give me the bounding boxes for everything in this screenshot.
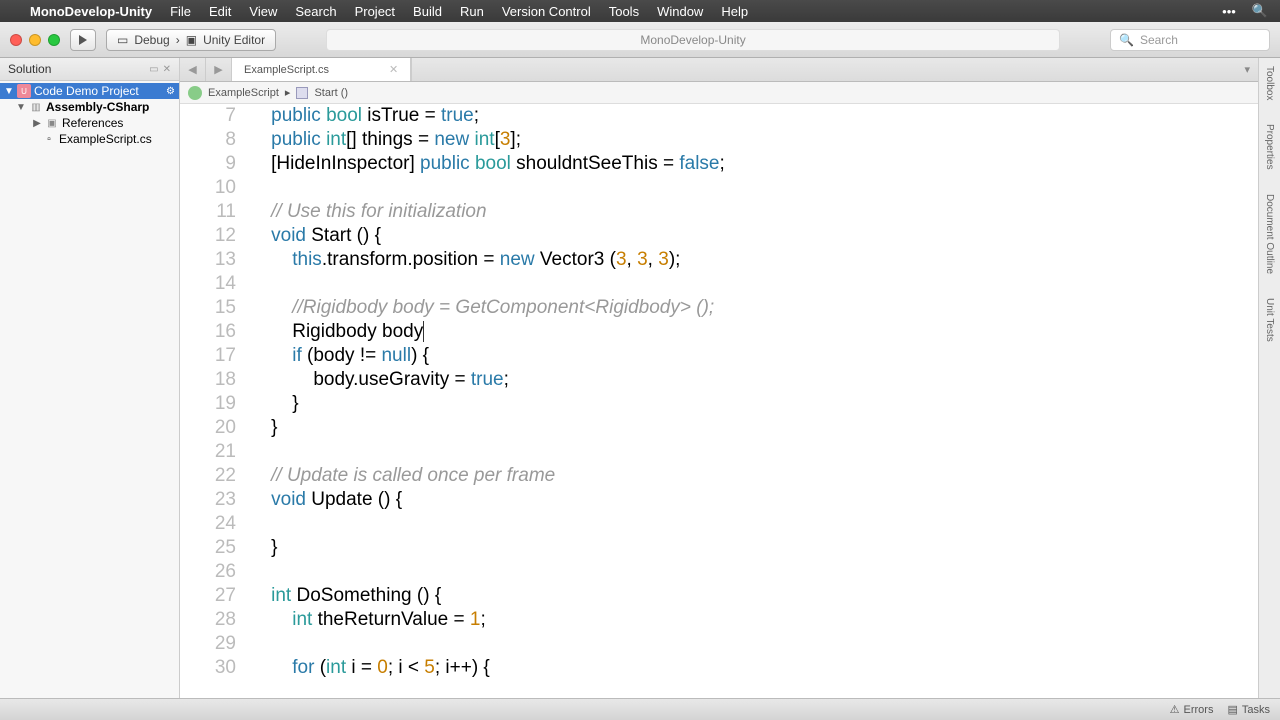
search-icon: 🔍 — [1119, 33, 1134, 47]
target-icon: ▣ — [186, 33, 197, 47]
code-editor[interactable]: 7891011121314151617181920212223242526272… — [180, 104, 1258, 698]
method-icon — [296, 87, 308, 99]
solution-panel-header: Solution ▭ ✕ — [0, 58, 179, 81]
overflow-icon[interactable]: ••• — [1222, 4, 1236, 19]
properties-panel-tab[interactable]: Properties — [1264, 124, 1275, 170]
chevron-right-icon: › — [176, 33, 180, 47]
solution-tree[interactable]: ▼U Code Demo Project ⚙ ▼▥ Assembly-CShar… — [0, 81, 179, 698]
unit-tests-panel-tab[interactable]: Unit Tests — [1264, 298, 1275, 342]
menu-file[interactable]: File — [170, 4, 191, 19]
tab-bar: ◀ ▶ ExampleScript.cs ✕ ▾ — [180, 58, 1258, 82]
menu-help[interactable]: Help — [721, 4, 748, 19]
toolbox-panel-tab[interactable]: Toolbox — [1264, 66, 1275, 100]
menu-build[interactable]: Build — [413, 4, 442, 19]
search-input[interactable]: 🔍 Search — [1110, 29, 1270, 51]
errors-pad-button[interactable]: ⚠ Errors — [1170, 703, 1214, 716]
editor: ◀ ▶ ExampleScript.cs ✕ ▾ ExampleScript ▸… — [180, 58, 1258, 698]
menu-run[interactable]: Run — [460, 4, 484, 19]
nav-back-button[interactable]: ◀ — [180, 58, 206, 81]
menu-view[interactable]: View — [249, 4, 277, 19]
run-button[interactable] — [70, 29, 96, 51]
assembly-node[interactable]: ▼▥ Assembly-CSharp — [0, 99, 179, 115]
device-icon: ▭ — [117, 33, 128, 47]
zoom-window-button[interactable] — [48, 34, 60, 46]
menu-edit[interactable]: Edit — [209, 4, 231, 19]
nav-forward-button[interactable]: ▶ — [206, 58, 232, 81]
toolbar: ▭ Debug › ▣ Unity Editor MonoDevelop-Uni… — [0, 22, 1280, 58]
spotlight-icon[interactable]: 🔍 — [1252, 3, 1268, 19]
macos-menubar: MonoDevelop-Unity File Edit View Search … — [0, 0, 1280, 22]
chevron-right-icon: ▸ — [285, 86, 291, 99]
menu-tools[interactable]: Tools — [609, 4, 639, 19]
close-window-button[interactable] — [10, 34, 22, 46]
window-controls — [10, 34, 60, 46]
solution-sidebar: Solution ▭ ✕ ▼U Code Demo Project ⚙ ▼▥ As… — [0, 58, 180, 698]
build-config-selector[interactable]: ▭ Debug › ▣ Unity Editor — [106, 29, 276, 51]
tab-menu-chevron-icon[interactable]: ▾ — [1244, 63, 1250, 76]
window-title: MonoDevelop-Unity — [326, 29, 1060, 51]
file-node[interactable]: ▫ ExampleScript.cs — [0, 131, 179, 147]
minimize-window-button[interactable] — [29, 34, 41, 46]
solution-panel-title: Solution — [8, 62, 51, 76]
csharp-file-icon: ▫ — [42, 132, 56, 146]
right-tool-strip: Toolbox Properties Document Outline Unit… — [1258, 58, 1280, 698]
menu-search[interactable]: Search — [295, 4, 336, 19]
class-icon — [188, 86, 202, 100]
document-outline-panel-tab[interactable]: Document Outline — [1264, 194, 1275, 274]
tab-examplescript[interactable]: ExampleScript.cs ✕ — [232, 58, 411, 81]
project-node[interactable]: ▼U Code Demo Project ⚙ — [0, 83, 179, 99]
tasks-pad-button[interactable]: ▤ Tasks — [1227, 703, 1270, 716]
panel-close-icon[interactable]: ✕ — [163, 64, 171, 75]
menu-window[interactable]: Window — [657, 4, 703, 19]
status-bar: ⚠ Errors ▤ Tasks — [0, 698, 1280, 720]
project-options-icon[interactable]: ⚙ — [166, 86, 175, 97]
panel-minimize-icon[interactable]: ▭ — [149, 64, 158, 75]
app-menu[interactable]: MonoDevelop-Unity — [30, 4, 152, 19]
menu-project[interactable]: Project — [355, 4, 395, 19]
tab-close-icon[interactable]: ✕ — [389, 63, 398, 76]
breadcrumb[interactable]: ExampleScript ▸ Start () — [180, 82, 1258, 104]
menu-version-control[interactable]: Version Control — [502, 4, 591, 19]
references-node[interactable]: ▶▣ References — [0, 115, 179, 131]
